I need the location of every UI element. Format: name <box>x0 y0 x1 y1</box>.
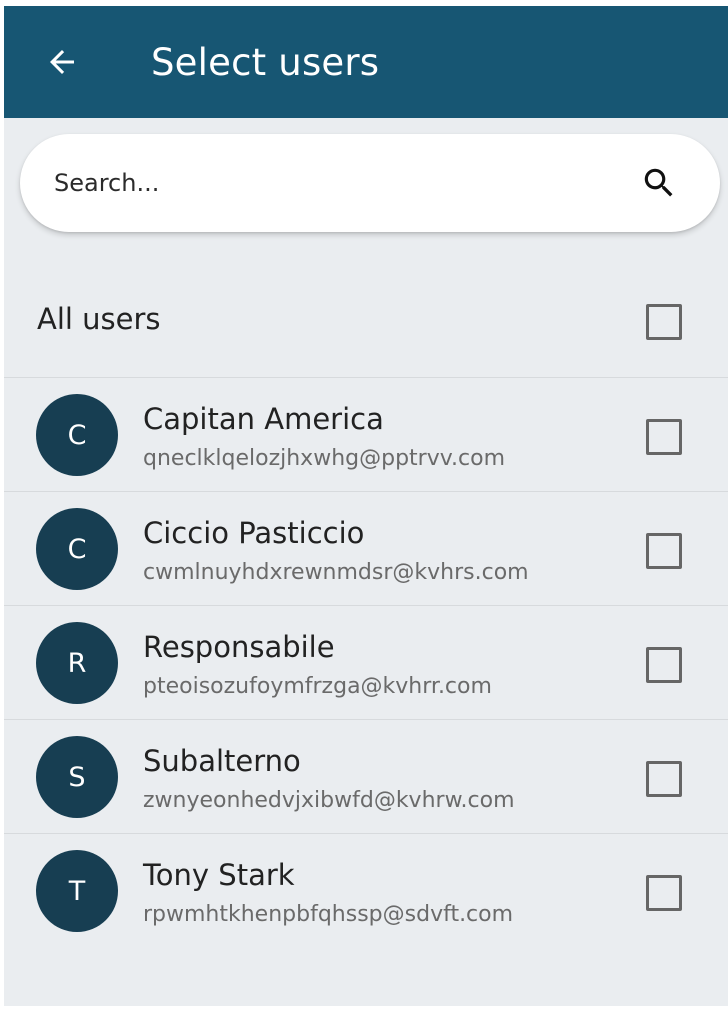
search-bar <box>20 134 720 232</box>
avatar: S <box>36 736 118 818</box>
user-email: rpwmhtkhenpbfqhssp@sdvft.com <box>143 902 514 927</box>
app-bar: Select users <box>4 6 728 118</box>
user-email: zwnyeonhedvjxibwfd@kvhrw.com <box>143 788 515 813</box>
all-users-checkbox[interactable] <box>646 304 682 340</box>
user-name: Tony Stark <box>143 858 295 892</box>
avatar: C <box>36 508 118 590</box>
select-users-screen: Select users All users C Capitan America… <box>4 6 728 1006</box>
back-button[interactable] <box>36 36 88 88</box>
arrow-left-icon <box>50 50 74 74</box>
user-email: qneclklqelozjhxwhg@pptrvv.com <box>143 446 506 471</box>
all-users-row[interactable]: All users <box>4 264 728 378</box>
search-input[interactable] <box>54 158 614 208</box>
user-checkbox[interactable] <box>646 761 682 797</box>
user-checkbox[interactable] <box>646 533 682 569</box>
page-title: Select users <box>151 41 380 84</box>
user-list: C Capitan America qneclklqelozjhxwhg@ppt… <box>4 378 728 947</box>
user-list-item[interactable]: C Capitan America qneclklqelozjhxwhg@ppt… <box>4 378 728 492</box>
user-list-item[interactable]: R Responsabile pteoisozufoymfrzga@kvhrr.… <box>4 606 728 720</box>
avatar: C <box>36 394 118 476</box>
user-list-item[interactable]: T Tony Stark rpwmhtkhenpbfqhssp@sdvft.co… <box>4 834 728 947</box>
user-checkbox[interactable] <box>646 875 682 911</box>
search-icon <box>644 168 673 197</box>
user-name: Capitan America <box>143 402 384 436</box>
user-checkbox[interactable] <box>646 647 682 683</box>
search-button[interactable] <box>634 158 684 208</box>
user-name: Ciccio Pasticcio <box>143 516 365 550</box>
avatar: T <box>36 850 118 932</box>
user-name: Subalterno <box>143 744 301 778</box>
user-name: Responsabile <box>143 630 335 664</box>
user-email: cwmlnuyhdxrewnmdsr@kvhrs.com <box>143 560 529 585</box>
avatar: R <box>36 622 118 704</box>
user-list-item[interactable]: C Ciccio Pasticcio cwmlnuyhdxrewnmdsr@kv… <box>4 492 728 606</box>
user-checkbox[interactable] <box>646 419 682 455</box>
user-email: pteoisozufoymfrzga@kvhrr.com <box>143 674 492 699</box>
user-list-item[interactable]: S Subalterno zwnyeonhedvjxibwfd@kvhrw.co… <box>4 720 728 834</box>
all-users-label: All users <box>37 302 161 336</box>
